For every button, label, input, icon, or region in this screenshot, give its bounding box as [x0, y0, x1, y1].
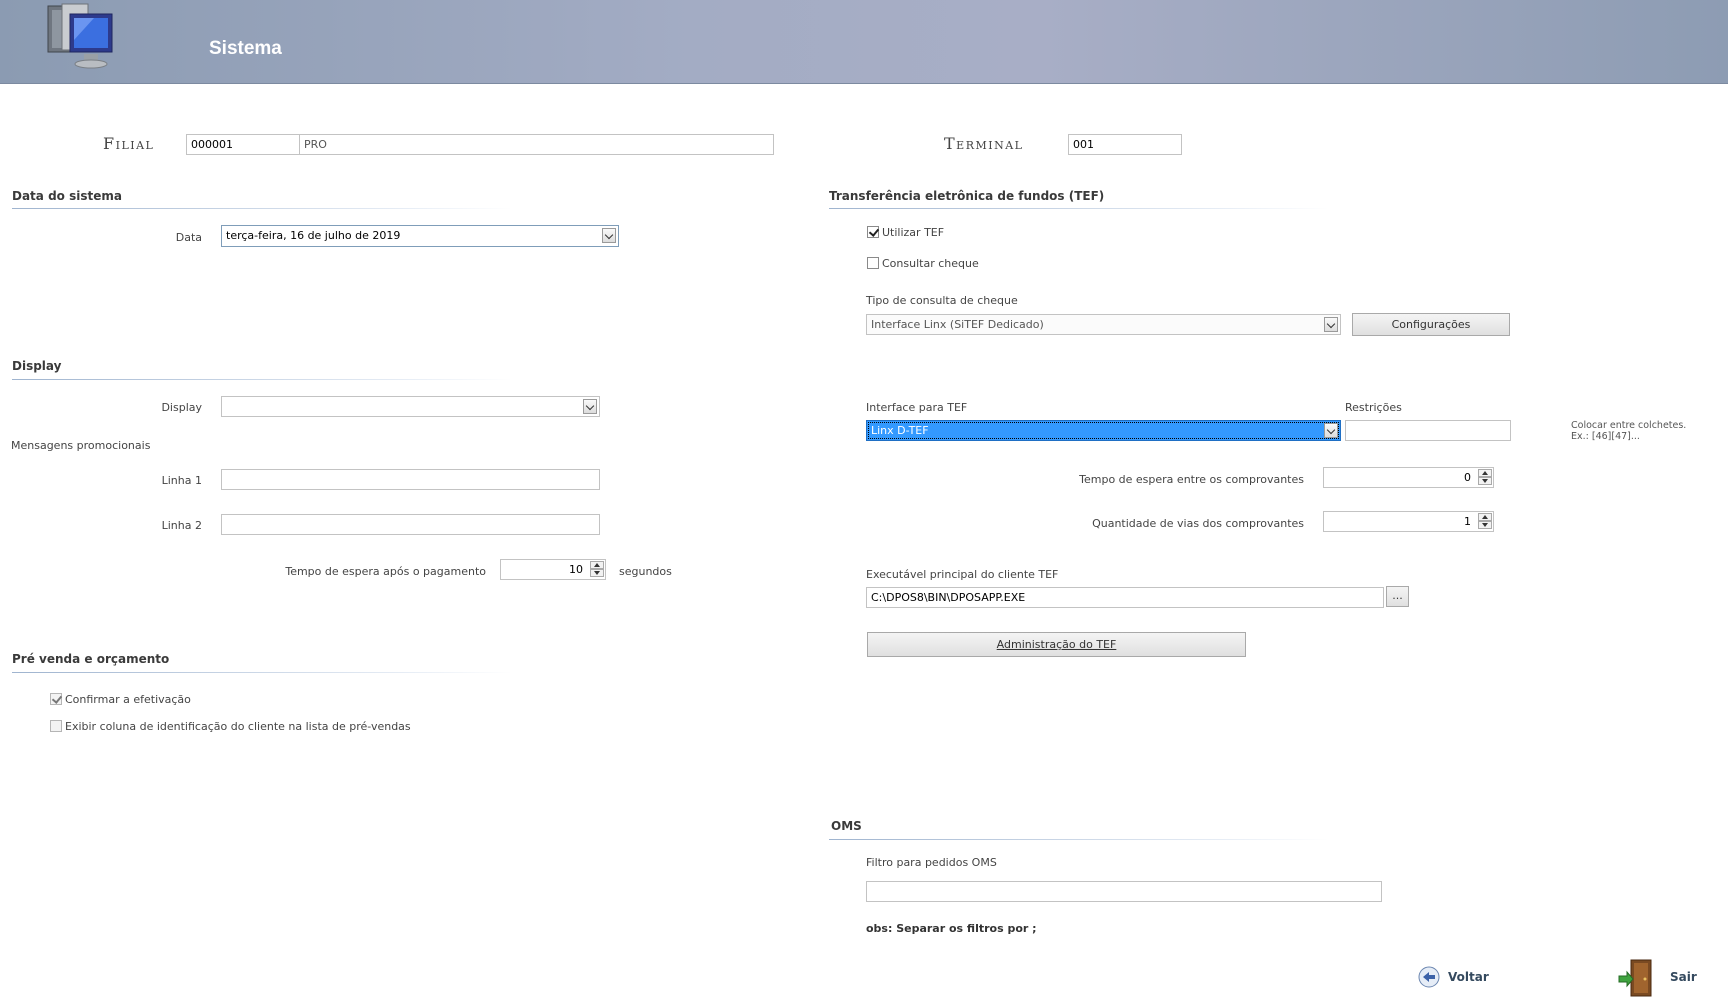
section-divider: [12, 672, 512, 673]
data-dropdown[interactable]: terça-feira, 16 de julho de 2019: [221, 225, 619, 247]
chevron-down-icon[interactable]: [1324, 423, 1338, 438]
mensagens-promocionais-label: Mensagens promocionais: [11, 439, 151, 452]
terminal-label: Terminal: [944, 134, 1024, 153]
tempo-espera-pagamento-label: Tempo de espera após o pagamento: [285, 565, 486, 578]
chevron-down-icon[interactable]: [1324, 317, 1338, 332]
section-divider: [829, 839, 1329, 840]
tempo-espera-pagamento-stepper[interactable]: 10: [500, 559, 606, 580]
chevron-down-icon[interactable]: [602, 228, 616, 243]
voltar-button[interactable]: Voltar: [1418, 966, 1508, 992]
filial-name-field[interactable]: PRO: [299, 134, 774, 155]
confirmar-efetivacao-checkbox[interactable]: [50, 693, 62, 705]
section-pre-venda: Pré venda e orçamento: [12, 652, 170, 666]
section-display: Display: [12, 359, 62, 373]
linha2-label: Linha 2: [161, 519, 202, 532]
section-divider: [12, 379, 512, 380]
restricoes-label: Restrições: [1345, 401, 1402, 414]
browse-button[interactable]: ...: [1386, 586, 1409, 607]
back-arrow-icon: [1418, 966, 1440, 988]
exit-door-icon: [1618, 959, 1652, 997]
sair-label: Sair: [1670, 970, 1697, 984]
administracao-tef-button[interactable]: Administração do TEF: [867, 632, 1246, 657]
display-dropdown[interactable]: [221, 396, 600, 417]
quantidade-vias-value: 1: [1464, 515, 1471, 528]
section-divider: [12, 208, 512, 209]
quantidade-vias-label: Quantidade de vias dos comprovantes: [1092, 517, 1304, 530]
voltar-label: Voltar: [1448, 970, 1489, 984]
quantidade-vias-stepper[interactable]: 1: [1323, 511, 1494, 532]
consultar-cheque-checkbox[interactable]: [867, 257, 879, 269]
page-title: Sistema: [209, 38, 282, 59]
utilizar-tef-label: Utilizar TEF: [882, 226, 945, 239]
exibir-coluna-label: Exibir coluna de identificação do client…: [65, 720, 411, 733]
terminal-field[interactable]: 001: [1068, 134, 1182, 155]
restricoes-input[interactable]: [1345, 420, 1511, 441]
spinner-icon[interactable]: [590, 561, 604, 578]
section-tef: Transferência eletrônica de fundos (TEF): [829, 189, 1105, 203]
restricoes-hint-2: Ex.: [46][47]...: [1571, 431, 1640, 442]
filial-label: Filial: [103, 134, 155, 153]
tempo-espera-comprovantes-label: Tempo de espera entre os comprovantes: [1079, 473, 1304, 486]
interface-tef-dropdown[interactable]: Linx D-TEF: [866, 420, 1341, 441]
consultar-cheque-label: Consultar cheque: [882, 257, 979, 270]
interface-tef-label: Interface para TEF: [866, 401, 968, 414]
filtro-oms-input[interactable]: [866, 881, 1382, 902]
linha2-input[interactable]: [221, 514, 600, 535]
interface-tef-value: Linx D-TEF: [871, 424, 929, 437]
tipo-consulta-value: Interface Linx (SiTEF Dedicado): [871, 318, 1044, 331]
configuracoes-button[interactable]: Configurações: [1352, 313, 1510, 336]
tipo-consulta-label: Tipo de consulta de cheque: [866, 294, 1018, 307]
executavel-label: Executável principal do cliente TEF: [866, 568, 1059, 581]
executavel-input[interactable]: C:\DPOS8\BIN\DPOSAPP.EXE: [866, 587, 1384, 608]
tempo-espera-pagamento-value: 10: [569, 563, 583, 576]
section-divider: [829, 208, 1329, 209]
oms-obs-text: obs: Separar os filtros por ;: [866, 922, 1037, 935]
linha1-input[interactable]: [221, 469, 600, 490]
spinner-icon[interactable]: [1478, 513, 1492, 530]
data-value: terça-feira, 16 de julho de 2019: [226, 229, 401, 242]
spinner-icon[interactable]: [1478, 469, 1492, 486]
tipo-consulta-dropdown[interactable]: Interface Linx (SiTEF Dedicado): [866, 314, 1341, 335]
linha1-label: Linha 1: [161, 474, 202, 487]
section-oms: OMS: [831, 819, 862, 833]
exibir-coluna-checkbox[interactable]: [50, 720, 62, 732]
data-label: Data: [175, 231, 202, 244]
chevron-down-icon[interactable]: [583, 399, 597, 414]
computer-safe-icon: [44, 2, 120, 72]
confirmar-efetivacao-label: Confirmar a efetivação: [65, 693, 191, 706]
utilizar-tef-checkbox[interactable]: [867, 226, 879, 238]
filtro-oms-label: Filtro para pedidos OMS: [866, 856, 997, 869]
display-label: Display: [161, 401, 202, 414]
filial-code-field[interactable]: 000001: [186, 134, 300, 155]
segundos-label: segundos: [619, 565, 672, 578]
section-data-do-sistema: Data do sistema: [12, 189, 122, 203]
tempo-espera-comprovantes-stepper[interactable]: 0: [1323, 467, 1494, 488]
tempo-espera-comprovantes-value: 0: [1464, 471, 1471, 484]
restricoes-hint-1: Colocar entre colchetes.: [1571, 420, 1687, 431]
sair-button[interactable]: Sair: [1617, 958, 1697, 998]
